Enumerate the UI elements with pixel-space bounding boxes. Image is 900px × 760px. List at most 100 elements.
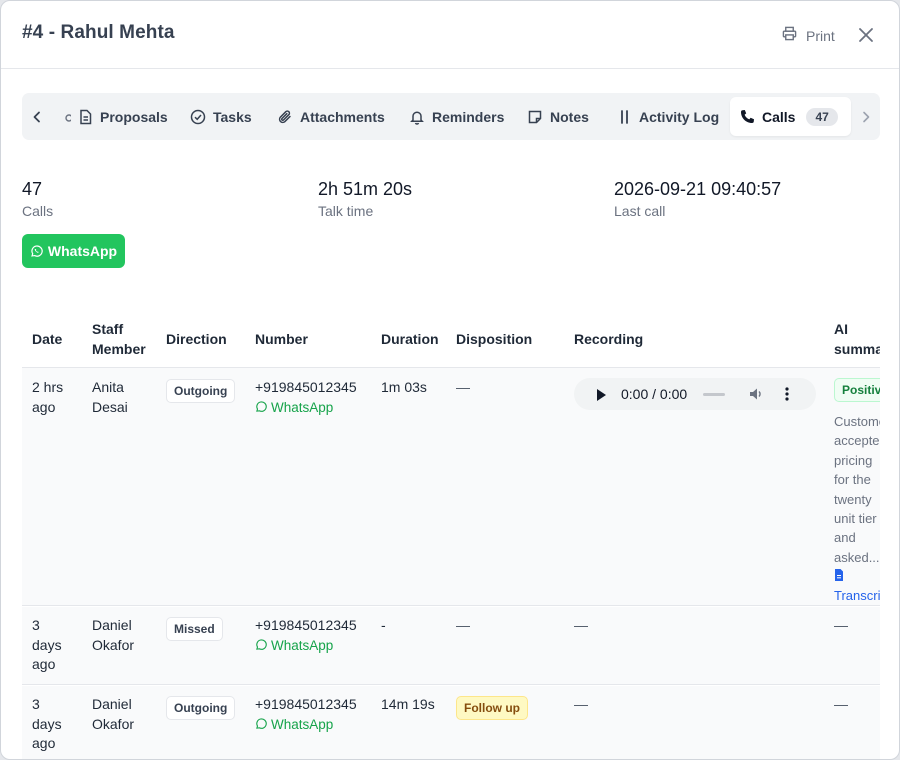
play-icon[interactable] xyxy=(596,388,606,406)
direction-badge: Outgoing xyxy=(166,379,236,403)
modal-title: #4 - Rahul Mehta xyxy=(22,22,175,43)
whatsapp-link-label: WhatsApp xyxy=(271,399,334,415)
note-icon xyxy=(528,110,542,123)
volume-icon[interactable] xyxy=(748,386,764,407)
tab-calls[interactable]: Calls 47 xyxy=(730,97,851,136)
column-header-disposition: Disposition xyxy=(456,331,533,347)
stat-label: Talk time xyxy=(318,203,374,219)
whatsapp-icon xyxy=(256,639,267,651)
whatsapp-icon xyxy=(256,718,267,730)
print-button[interactable]: Print xyxy=(782,25,835,47)
table-row[interactable]: 3 days ago Daniel Okafor Missed +9198450… xyxy=(22,607,880,685)
column-header-direction: Direction xyxy=(166,331,227,347)
disposition-empty: — xyxy=(456,379,470,395)
file-icon xyxy=(835,569,843,581)
stat-value: 2026-09-21 09:40:57 xyxy=(614,179,782,199)
phone-number-cell: +919845012345 WhatsApp xyxy=(255,616,357,655)
direction-badge: Outgoing xyxy=(166,696,236,720)
recording-empty: — xyxy=(574,617,588,633)
tab-activity-log[interactable]: Activity Log xyxy=(609,97,728,136)
sentiment-badge: Positive xyxy=(834,378,880,402)
calls-count-badge: 47 xyxy=(806,107,838,126)
chevron-left-icon xyxy=(33,111,40,122)
call-date: 2 hrs ago xyxy=(32,379,64,415)
tab-notes[interactable]: Notes xyxy=(518,97,598,136)
close-icon[interactable] xyxy=(856,25,876,45)
call-date: 3 days ago xyxy=(32,617,62,672)
tab-scroll-left-button[interactable] xyxy=(22,93,52,140)
tab-label: Proposals xyxy=(100,108,168,125)
tab-reminders[interactable]: Reminders xyxy=(400,97,513,136)
staff-member: Anita Desai xyxy=(92,379,128,415)
whatsapp-button[interactable]: WhatsApp xyxy=(22,234,125,268)
tab-attachments[interactable]: Attachments xyxy=(268,97,394,136)
call-log-modal: #4 - Rahul Mehta Print Proposals Tasks A… xyxy=(0,0,900,760)
staff-member: Daniel Okafor xyxy=(92,696,135,732)
phone-number-cell: +919845012345 WhatsApp xyxy=(255,695,357,734)
paperclip-icon xyxy=(278,109,291,123)
column-header-date: Date xyxy=(32,331,63,347)
stat-value: 2h 51m 20s xyxy=(318,179,413,199)
transcript-link[interactable]: Transcript xyxy=(834,567,880,605)
column-header-number: Number xyxy=(255,331,308,347)
printer-icon xyxy=(782,26,797,46)
phone-number: +919845012345 xyxy=(255,696,357,712)
bell-icon xyxy=(410,110,424,125)
column-header-recording: Recording xyxy=(574,331,644,347)
phone-number-cell: +919845012345 WhatsApp xyxy=(255,378,357,417)
ai-summary-empty: — xyxy=(834,696,848,712)
whatsapp-button-label: WhatsApp xyxy=(47,243,118,259)
activity-icon xyxy=(621,109,628,124)
calls-table: Date Staff Member Direction Number Durat… xyxy=(22,309,880,759)
recording-empty: — xyxy=(574,696,588,712)
column-header-ai-summary: AI summary xyxy=(834,321,880,357)
call-duration: 1m 03s xyxy=(381,379,427,395)
whatsapp-link[interactable]: WhatsApp xyxy=(255,398,357,418)
tab-label: Activity Log xyxy=(639,108,720,125)
phone-number: +919845012345 xyxy=(255,379,357,395)
column-header-duration: Duration xyxy=(381,331,439,347)
stat-calls: 47 Calls xyxy=(22,179,53,219)
whatsapp-link-label: WhatsApp xyxy=(271,716,334,732)
tab-scroll-right-button[interactable] xyxy=(852,93,880,140)
call-duration: - xyxy=(381,617,386,633)
whatsapp-icon xyxy=(31,244,43,257)
ai-summary-text: Customer accepted pricing for the twenty… xyxy=(834,414,880,565)
ai-summary-empty: — xyxy=(834,617,848,633)
whatsapp-icon xyxy=(256,401,267,413)
table-row[interactable]: 2 hrs ago Anita Desai Outgoing +91984501… xyxy=(22,368,880,606)
tab-label: Attachments xyxy=(300,108,385,125)
table-row[interactable]: 3 days ago Daniel Okafor Outgoing +91984… xyxy=(22,686,880,759)
audio-time: 0:00 / 0:00 xyxy=(621,386,688,402)
disposition-empty: — xyxy=(456,617,470,633)
call-date: 3 days ago xyxy=(32,696,62,751)
tab-proposals[interactable]: Proposals xyxy=(69,97,177,136)
print-label: Print xyxy=(806,28,835,44)
chevron-right-icon xyxy=(863,111,870,122)
staff-member: Daniel Okafor xyxy=(92,617,135,653)
tab-label: Calls xyxy=(762,108,796,125)
phone-icon xyxy=(740,109,754,123)
phone-number: +919845012345 xyxy=(255,617,357,633)
whatsapp-link[interactable]: WhatsApp xyxy=(255,636,357,656)
document-icon xyxy=(80,109,92,124)
stat-last-call: 2026-09-21 09:40:57 Last call xyxy=(614,179,781,219)
disposition-badge: Follow up xyxy=(456,696,528,720)
check-circle-icon xyxy=(190,109,206,124)
call-duration: 14m 19s xyxy=(381,696,435,712)
tab-label: Reminders xyxy=(432,108,505,125)
stat-value: 47 xyxy=(22,179,43,199)
audio-progress-bar[interactable] xyxy=(703,393,725,396)
whatsapp-link-label: WhatsApp xyxy=(271,637,334,653)
tab-bar: Proposals Tasks Attachments Reminders No… xyxy=(22,93,880,140)
modal-header: #4 - Rahul Mehta Print xyxy=(1,1,899,69)
tab-tasks[interactable]: Tasks xyxy=(181,97,261,136)
whatsapp-link[interactable]: WhatsApp xyxy=(255,715,357,735)
stat-talk-time: 2h 51m 20s Talk time xyxy=(318,179,412,219)
transcript-label: Transcript xyxy=(834,588,880,603)
audio-player[interactable]: 0:00 / 0:00 xyxy=(574,378,816,410)
stat-label: Last call xyxy=(614,203,666,219)
tab-label: Tasks xyxy=(213,108,252,125)
more-options-icon[interactable] xyxy=(785,386,789,407)
direction-badge: Missed xyxy=(166,617,223,641)
